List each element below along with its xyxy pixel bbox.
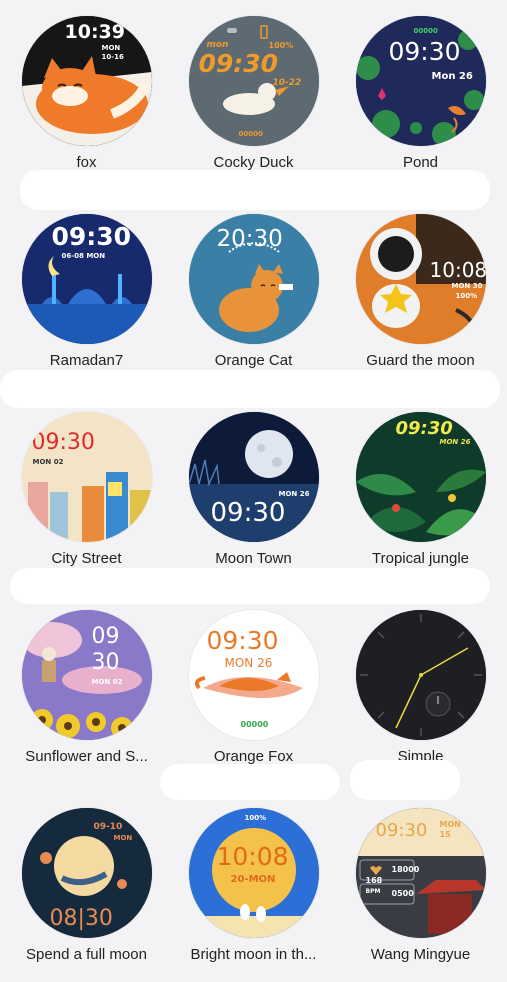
watch-face-label: Ramadan7 [49,352,124,369]
step-count: 00000 [413,27,438,35]
watch-face-preview: 100% 10:08 20-MON [188,808,319,938]
watch-date: MON 30 [451,282,483,290]
watch-date: MON 26 [278,490,310,498]
watch-date: 09-10 [93,822,123,832]
watch-face-preview: 09:30 06-08 MON [21,214,152,344]
watch-date: MON 02 [32,458,64,466]
watch-face-preview: 09:30 MON 26 00000 [188,610,319,740]
watch-face-preview [355,610,486,740]
watch-face-wang-mingyue[interactable]: 09:30 MON 15 18000 168 BPM 0500 Wang Min… [336,792,505,982]
battery-percent: 100% [455,292,478,300]
watch-time: 09:30 [388,37,461,66]
watch-day: MON [439,820,461,829]
watch-date-num: 15 [439,830,451,839]
watch-face-preview: MON 26 09:30 [188,412,319,542]
bright-moon-illustration [188,808,319,938]
watch-face-label: Spend a full moon [26,946,147,963]
watch-face-label: Pond [402,154,439,171]
battery-percent: 100% [244,814,267,822]
step-count: 18000 [391,865,420,874]
watch-face-simple[interactable]: Simple [336,594,505,784]
watch-face-city-street[interactable]: 09:30 MON 02 City Street [2,396,171,586]
watch-face-pond[interactable]: 00000 09:30 Mon 26 Pond [336,0,505,190]
watch-time: 10:39 [64,21,125,43]
redaction-bar [10,568,490,604]
watch-face-label: City Street [51,550,122,567]
watch-face-preview: 09 30 MON 02 [21,610,152,740]
watch-face-label: Orange Cat [214,352,293,369]
watch-face-preview: 10:39 MON 10-16 [21,16,152,146]
watch-face-spend-a-full-moon[interactable]: 09-10 MON 08|30 Spend a full moon [2,792,171,982]
watch-face-preview: 10:08 MON 30 100% [355,214,486,344]
watch-face-preview: 09-10 MON 08|30 [21,808,152,938]
watch-face-preview: 20:30 [188,214,319,344]
watch-face-preview: 09:30 MON 15 18000 168 BPM 0500 [355,808,486,938]
watch-hour: 09 [91,624,120,649]
watch-face-preview: 00000 09:30 Mon 26 [355,16,486,146]
watch-time: 08|30 [49,906,113,931]
redaction-bar [160,764,340,800]
watch-face-label: fox [76,154,97,171]
sunflower-illustration [21,610,152,740]
watch-time: 09:30 [31,430,95,455]
watch-day: MON [113,834,133,842]
watch-time: 09:30 [51,222,132,251]
watch-face-label: Tropical jungle [372,550,469,567]
watch-date: 06-08 MON [61,252,106,260]
watch-face-preview: 09:30 MON 26 [355,412,486,542]
step-count: 00000 [240,720,269,729]
analog-dial [355,610,486,740]
redaction-bar [350,760,460,800]
watch-date: MON 26 [224,656,273,670]
watch-date: 10-22 [272,78,302,88]
watch-face-preview: 09:30 MON 02 [21,412,152,542]
redaction-bar [20,170,490,210]
watch-face-label: Wang Mingyue [370,946,471,963]
watch-face-tropical-jungle[interactable]: 09:30 MON 26 Tropical jungle [336,396,505,586]
heart-rate-unit: BPM [365,888,381,895]
watch-date: MON 26 [439,438,471,446]
watch-face-bright-moon[interactable]: 100% 10:08 20-MON Bright moon in th... [169,792,338,982]
watch-face-moon-town[interactable]: MON 26 09:30 Moon Town [169,396,338,586]
watch-face-grid: 10:39 MON 10-16 fox mon 100% 09:30 10-22… [0,0,507,970]
watch-face-sunflower[interactable]: 09 30 MON 02 Sunflower and S... [2,594,171,784]
watch-minute: 30 [91,650,120,675]
watch-face-orange-fox[interactable]: 09:30 MON 26 00000 Orange Fox [169,594,338,784]
watch-face-fox[interactable]: 10:39 MON 10-16 fox [2,0,171,190]
watch-date: MON 02 [91,678,123,686]
watch-time: 09:30 [206,626,279,655]
heart-rate-value: 168 [365,876,383,885]
watch-face-ramadan7[interactable]: 09:30 06-08 MON Ramadan7 [2,198,171,388]
redaction-bar [0,370,500,408]
watch-time: 10:08 [216,842,289,871]
watch-face-label: Cocky Duck [213,154,294,171]
watch-face-label: Moon Town [215,550,292,567]
calorie-count: 0500 [391,889,414,898]
watch-time: 20:30 [216,226,283,252]
watch-face-label: Guard the moon [366,352,475,369]
step-count: 00000 [238,130,263,138]
watch-face-preview: mon 100% 09:30 10-22 00000 [188,16,319,146]
watch-face-label: Bright moon in th... [190,946,317,963]
watch-time: 09:30 [210,498,286,528]
watch-face-guard-the-moon[interactable]: 10:08 MON 30 100% Guard the moon [336,198,505,388]
watch-face-orange-cat[interactable]: 20:30 Orange Cat [169,198,338,388]
watch-date: MON [101,44,121,52]
watch-date: Mon 26 [431,71,473,82]
watch-date-num: 10-16 [101,53,124,61]
watch-face-label: Orange Fox [213,748,294,765]
watch-date: 20-MON [230,874,276,885]
watch-time: 10:08 [429,258,486,282]
watch-time: 09:30 [198,49,279,78]
watch-face-cocky-duck[interactable]: mon 100% 09:30 10-22 00000 Cocky Duck [169,0,338,190]
watch-time: 09:30 [395,418,453,439]
watch-time: 09:30 [375,820,428,841]
watch-face-label: Sunflower and S... [25,748,148,765]
